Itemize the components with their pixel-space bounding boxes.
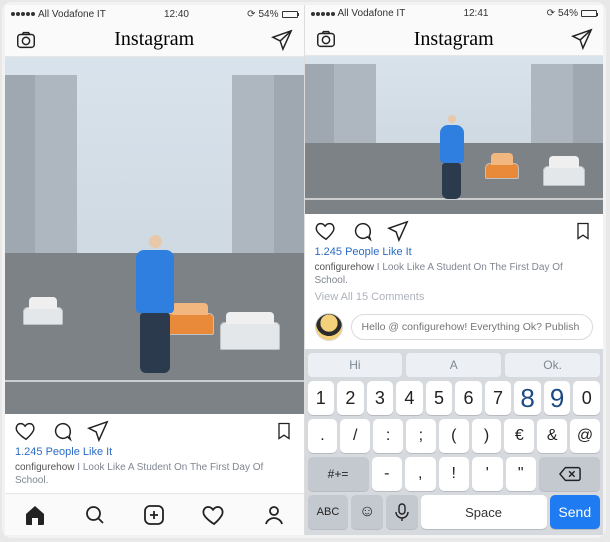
status-bar: All Vodafone IT 12:40 ⟳ 54%: [5, 5, 304, 23]
key-0[interactable]: 0: [573, 381, 600, 415]
key-8[interactable]: 8: [514, 381, 541, 415]
home-icon[interactable]: [23, 503, 47, 527]
comment-composer: [305, 309, 604, 349]
top-nav: Instagram: [305, 23, 604, 57]
send-icon[interactable]: [271, 29, 293, 51]
battery-label: 54%: [558, 8, 578, 19]
key-at[interactable]: @: [570, 419, 600, 453]
key-abc[interactable]: ABC: [308, 495, 349, 529]
post-meta: 1.245 People Like It configurehow I Look…: [5, 444, 304, 493]
key-6[interactable]: 6: [455, 381, 482, 415]
key-mic[interactable]: [386, 495, 418, 529]
bookmark-icon[interactable]: [573, 220, 593, 242]
key-7[interactable]: 7: [485, 381, 512, 415]
like-icon[interactable]: [15, 420, 37, 442]
key-period[interactable]: .: [308, 419, 338, 453]
battery-label: 54%: [258, 9, 278, 20]
key-space[interactable]: Space: [421, 495, 547, 529]
key-9[interactable]: 9: [544, 381, 571, 415]
caption-username[interactable]: configurehow: [315, 262, 374, 273]
view-all-comments[interactable]: View All 15 Comments: [315, 291, 594, 303]
key-3[interactable]: 3: [367, 381, 394, 415]
key-euro[interactable]: €: [504, 419, 534, 453]
add-post-icon[interactable]: [142, 503, 166, 527]
key-symbols-toggle[interactable]: #+=: [308, 457, 369, 491]
camera-icon[interactable]: [315, 28, 337, 50]
comment-icon[interactable]: [351, 220, 373, 242]
post-caption: configurehow I Look Like A Student On Th…: [315, 262, 594, 287]
key-5[interactable]: 5: [426, 381, 453, 415]
phone-right: All Vodafone IT 12:41 ⟳ 54% Instagram: [304, 5, 604, 535]
comment-input[interactable]: [351, 314, 594, 340]
app-title: Instagram: [414, 28, 494, 51]
key-comma[interactable]: ,: [405, 457, 436, 491]
camera-icon[interactable]: [15, 29, 37, 51]
share-icon[interactable]: [387, 220, 409, 242]
key-4[interactable]: 4: [396, 381, 423, 415]
caption-username[interactable]: configurehow: [15, 462, 74, 473]
keyboard-suggestions: Hi A Ok.: [308, 353, 601, 377]
bookmark-icon[interactable]: [274, 420, 294, 442]
key-rparen[interactable]: ): [472, 419, 502, 453]
post-photo[interactable]: [5, 57, 304, 414]
key-1[interactable]: 1: [308, 381, 335, 415]
key-lparen[interactable]: (: [439, 419, 469, 453]
key-emoji[interactable]: ☺: [351, 495, 383, 529]
like-icon[interactable]: [315, 220, 337, 242]
suggestion-2[interactable]: A: [406, 353, 501, 377]
post-actions: [5, 414, 304, 444]
key-dash[interactable]: -: [372, 457, 403, 491]
comment-icon[interactable]: [51, 420, 73, 442]
key-backspace[interactable]: [539, 457, 600, 491]
share-icon[interactable]: [87, 420, 109, 442]
key-slash[interactable]: /: [340, 419, 370, 453]
key-quote[interactable]: ": [506, 457, 537, 491]
post-meta: 1.245 People Like It configurehow I Look…: [305, 244, 604, 309]
key-send[interactable]: Send: [550, 495, 600, 529]
clock-label: 12:40: [106, 9, 247, 20]
status-bar: All Vodafone IT 12:41 ⟳ 54%: [305, 5, 604, 23]
key-excl[interactable]: !: [439, 457, 470, 491]
keyboard: Hi A Ok. 1 2 3 4 5 6 7 8 9 0 . / : ;: [305, 349, 604, 535]
app-title: Instagram: [114, 28, 194, 51]
profile-icon[interactable]: [262, 503, 286, 527]
carrier-label: All Vodafone IT: [338, 8, 406, 19]
battery-icon: [581, 10, 597, 17]
battery-icon: [282, 11, 298, 18]
key-colon[interactable]: :: [373, 419, 403, 453]
top-nav: Instagram: [5, 23, 304, 57]
key-amp[interactable]: &: [537, 419, 567, 453]
suggestion-3[interactable]: Ok.: [505, 353, 600, 377]
likes-count[interactable]: 1.245 People Like It: [315, 246, 594, 258]
clock-label: 12:41: [405, 8, 546, 19]
post-caption: configurehow I Look Like A Student On Th…: [15, 462, 294, 487]
search-icon[interactable]: [83, 503, 107, 527]
carrier-label: All Vodafone IT: [38, 9, 106, 20]
suggestion-1[interactable]: Hi: [308, 353, 403, 377]
phone-left: All Vodafone IT 12:40 ⟳ 54% Instagram: [5, 5, 304, 535]
send-icon[interactable]: [571, 28, 593, 50]
post-actions: [305, 214, 604, 244]
key-semicolon[interactable]: ;: [406, 419, 436, 453]
signal-icon: [11, 12, 35, 16]
avatar[interactable]: [315, 313, 343, 341]
likes-count[interactable]: 1.245 People Like It: [15, 446, 294, 458]
post-photo[interactable]: [305, 56, 604, 214]
tab-bar: [5, 493, 304, 535]
signal-icon: [311, 12, 335, 16]
key-apos[interactable]: ': [472, 457, 503, 491]
activity-icon[interactable]: [202, 503, 226, 527]
key-2[interactable]: 2: [337, 381, 364, 415]
